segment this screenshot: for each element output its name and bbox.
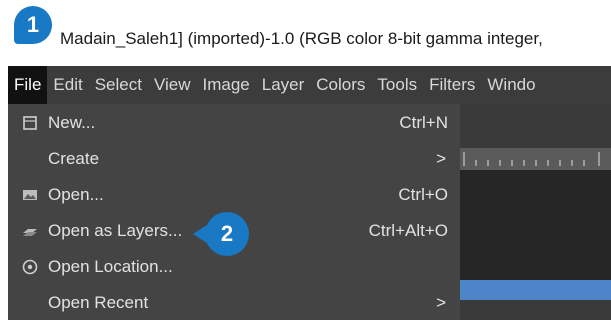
menu-item-label: Open... (48, 185, 104, 204)
menu-colors[interactable]: Colors (310, 66, 371, 104)
file-menu-dropdown: New... Ctrl+N Create > Open... Ctrl+O Op… (8, 104, 460, 320)
open-image-icon (23, 190, 37, 200)
step-2-callout: 2 (193, 212, 249, 256)
step-1-callout: 1 (14, 6, 52, 44)
menu-edit[interactable]: Edit (47, 66, 88, 104)
menu-view[interactable]: View (148, 66, 197, 104)
menu-select[interactable]: Select (89, 66, 148, 104)
menu-image[interactable]: Image (197, 66, 256, 104)
menu-windows[interactable]: Windo (481, 66, 541, 104)
image-content-strip (460, 280, 611, 300)
menu-layer[interactable]: Layer (256, 66, 311, 104)
menu-item-label: Open Location... (48, 257, 173, 276)
menu-item-shortcut: Ctrl+N (399, 113, 448, 132)
menu-file[interactable]: File (8, 66, 48, 104)
menu-item-create[interactable]: Create > (8, 142, 460, 178)
menu-item-new[interactable]: New... Ctrl+N (8, 106, 460, 142)
new-image-icon (23, 116, 37, 130)
window-title: Madain_Saleh1] (imported)-1.0 (RGB color… (60, 29, 543, 48)
menu-item-shortcut: Ctrl+O (398, 185, 448, 204)
menu-item-open-location[interactable]: Open Location... (8, 250, 460, 286)
menu-item-open[interactable]: Open... Ctrl+O (8, 178, 460, 214)
menu-item-shortcut: Ctrl+Alt+O (368, 221, 448, 240)
image-canvas[interactable] (460, 170, 611, 300)
menu-item-label: Create (48, 149, 100, 168)
menu-item-label: New... (48, 113, 96, 132)
menu-filters[interactable]: Filters (423, 66, 481, 104)
menu-item-label: Open as Layers... (48, 221, 183, 240)
submenu-arrow-icon: > (436, 293, 446, 312)
menu-item-open-recent[interactable]: Open Recent > (8, 286, 460, 322)
image-window-area (460, 104, 611, 320)
menu-item-label: Open Recent (48, 293, 149, 312)
menu-tools[interactable]: Tools (371, 66, 423, 104)
submenu-arrow-icon: > (436, 149, 446, 168)
horizontal-ruler[interactable] (460, 148, 611, 170)
window-titlebar: Madain_Saleh1] (imported)-1.0 (RGB color… (0, 18, 611, 66)
open-layers-icon (23, 229, 37, 236)
menubar: File Edit Select View Image Layer Colors… (8, 66, 611, 104)
open-location-icon (22, 259, 38, 275)
